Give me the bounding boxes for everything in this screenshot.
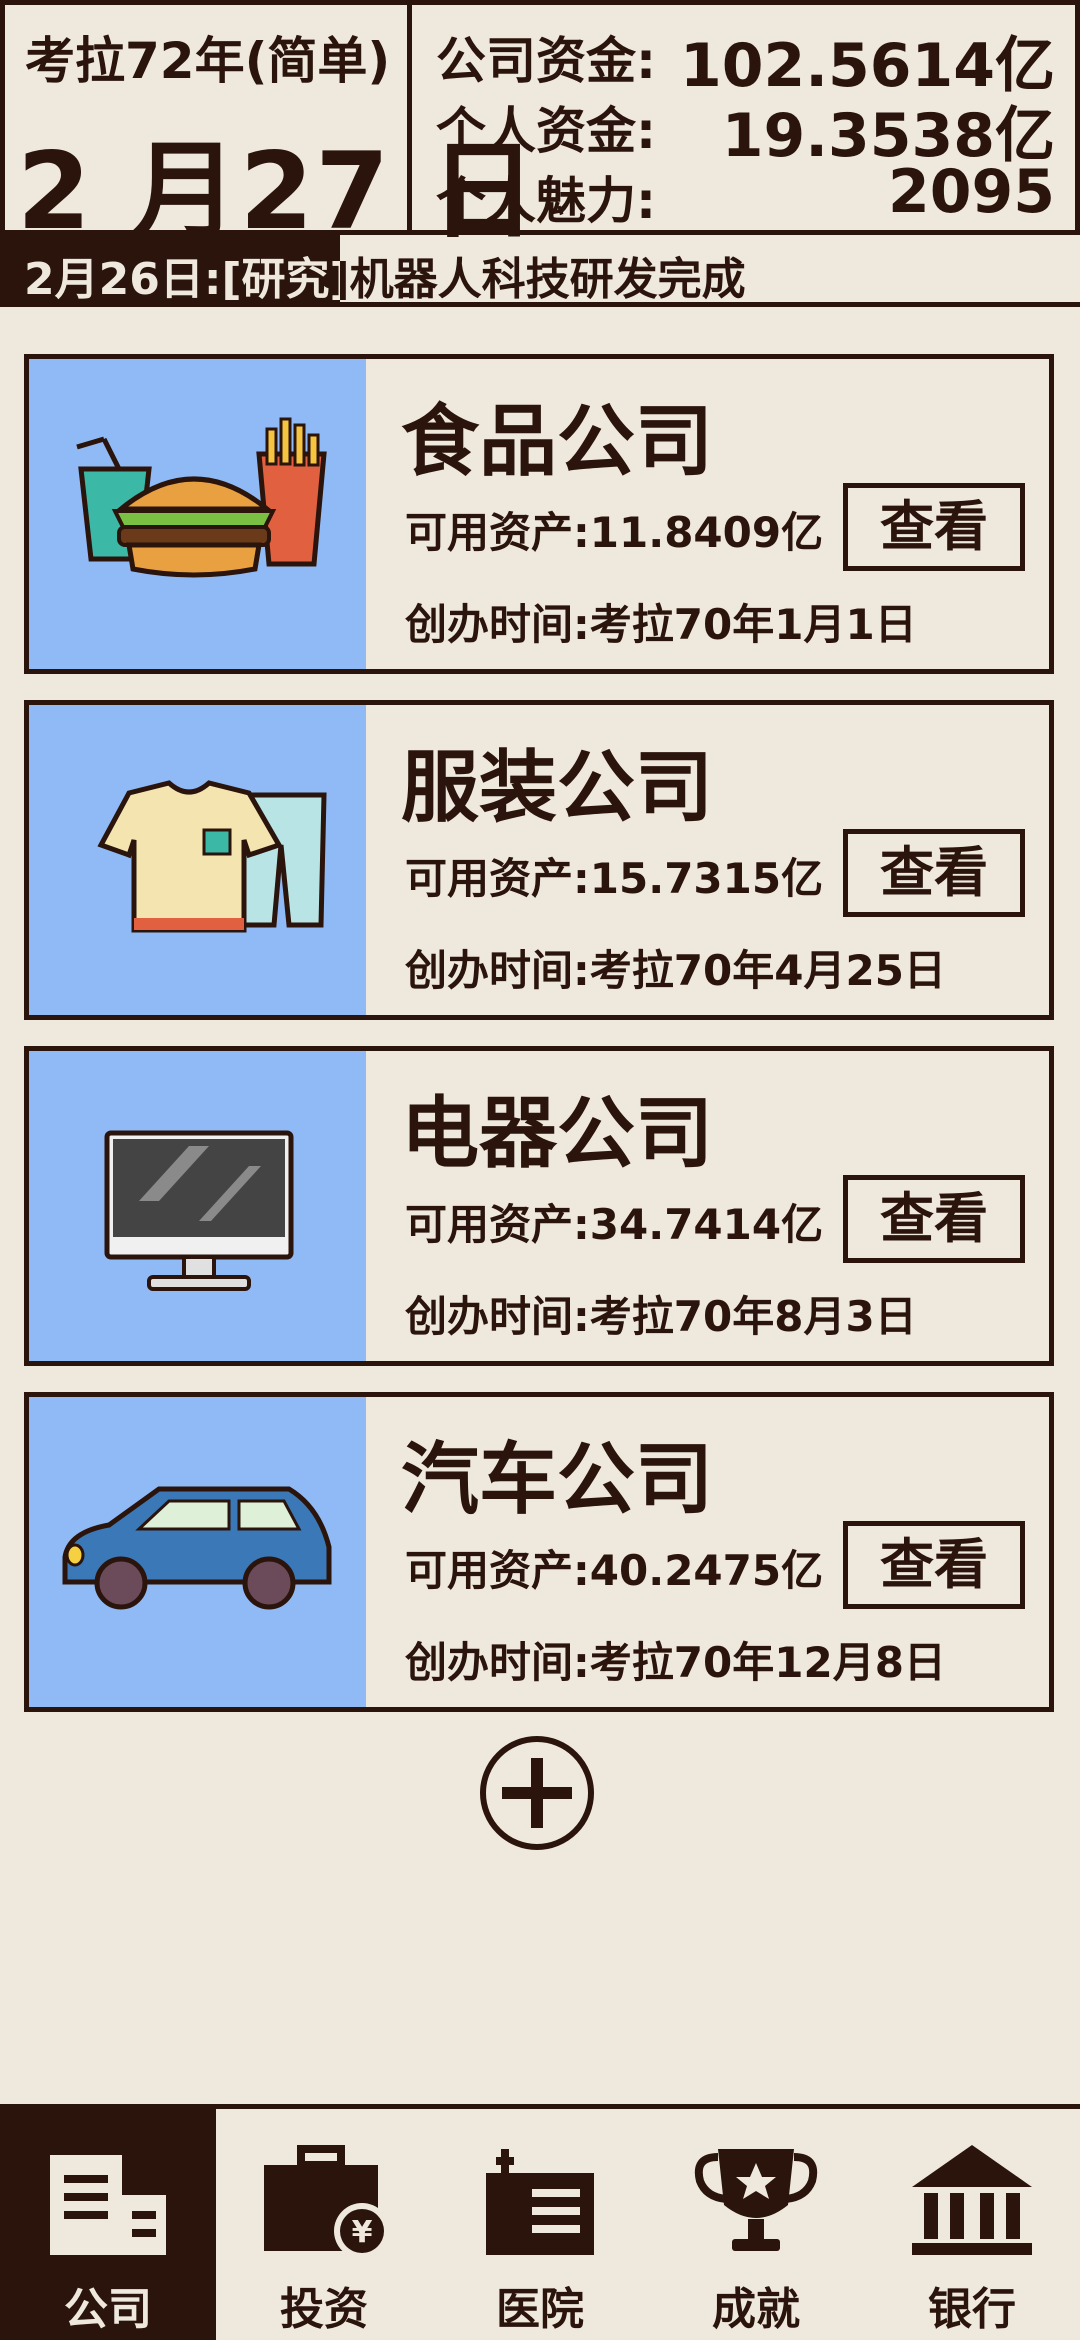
company-founded: 创办时间:考拉70年8月3日: [405, 1292, 917, 1341]
company-card-car[interactable]: 汽车公司 可用资产:40.2475亿 创办时间:考拉70年12月8日 查看: [24, 1392, 1054, 1712]
hospital-icon: [486, 2149, 594, 2255]
company-assets: 可用资产:11.8409亿: [405, 508, 824, 557]
view-button[interactable]: 查看: [843, 483, 1025, 571]
bottom-nav: 公司 ¥ 投资 医院 成就 银行: [0, 2104, 1080, 2340]
plus-circle-icon: [480, 1736, 594, 1850]
company-assets: 可用资产:15.7315亿: [405, 854, 824, 903]
company-name: 食品公司: [401, 397, 714, 487]
view-button[interactable]: 查看: [843, 1521, 1025, 1609]
monitor-icon: [29, 1051, 366, 1361]
trophy-icon: [694, 2149, 818, 2251]
app-screen: 考拉72年(简单) 2 月27 日 公司资金: 102.5614亿 个人资金: …: [0, 0, 1080, 2340]
personal-funds-label: 个人资金:: [436, 102, 656, 160]
company-assets: 可用资产:40.2475亿: [405, 1546, 824, 1595]
briefcase-yen-icon: ¥: [264, 2145, 390, 2259]
company-card-clothing[interactable]: 服装公司 可用资产:15.7315亿 创办时间:考拉70年4月25日 查看: [24, 700, 1054, 1020]
bank-icon: [912, 2145, 1032, 2255]
company-funds-row: 公司资金: 102.5614亿: [436, 21, 1055, 101]
nav-label: 银行: [928, 2284, 1016, 2335]
nav-label: 投资: [280, 2284, 368, 2335]
nav-label: 医院: [496, 2284, 584, 2335]
company-card-food[interactable]: 食品公司 可用资产:11.8409亿 创办时间:考拉70年1月1日 查看: [24, 354, 1054, 674]
news-highlight: 2月26日:[研究]机器人科技研发完成: [0, 235, 340, 302]
nav-achievements[interactable]: 成就: [648, 2109, 864, 2340]
charisma-row: 个人魅力: 2095: [436, 157, 1055, 230]
date-box: 考拉72年(简单) 2 月27 日: [0, 0, 536, 253]
company-name: 服装公司: [401, 743, 714, 833]
nav-bank[interactable]: 银行: [864, 2109, 1080, 2340]
nav-invest[interactable]: ¥ 投资: [216, 2109, 432, 2340]
clothing-icon: [29, 705, 366, 1015]
view-button[interactable]: 查看: [843, 1175, 1025, 1263]
food-icon: [29, 359, 366, 669]
add-company-button[interactable]: [478, 1734, 596, 1852]
nav-company[interactable]: 公司: [0, 2109, 216, 2340]
company-founded: 创办时间:考拉70年1月1日: [405, 600, 917, 649]
year-label: 考拉72年(简单): [25, 32, 391, 90]
company-name: 电器公司: [401, 1089, 714, 1179]
stats-panel: 公司资金: 102.5614亿 个人资金: 19.3538亿 个人魅力: 209…: [412, 0, 1080, 235]
charisma-label: 个人魅力:: [436, 172, 656, 230]
company-card-electronics[interactable]: 电器公司 可用资产:34.7414亿 创办时间:考拉70年8月3日 查看: [24, 1046, 1054, 1366]
nav-hospital[interactable]: 医院: [432, 2109, 648, 2340]
news-ticker[interactable]: 2月26日:[研究]机器人科技研发完成 2月26日:[研究]机器人科技研发完成: [0, 235, 1080, 307]
company-funds-label: 公司资金:: [436, 32, 656, 90]
company-name: 汽车公司: [401, 1435, 714, 1525]
building-icon: [50, 2155, 166, 2255]
company-founded: 创办时间:考拉70年4月25日: [405, 946, 946, 995]
header: 考拉72年(简单) 2 月27 日 公司资金: 102.5614亿 个人资金: …: [0, 0, 1080, 253]
company-founded: 创办时间:考拉70年12月8日: [405, 1638, 946, 1687]
view-button[interactable]: 查看: [843, 829, 1025, 917]
nav-label: 成就: [712, 2284, 800, 2335]
car-icon: [29, 1397, 366, 1707]
nav-label: 公司: [64, 2284, 152, 2335]
personal-funds-row: 个人资金: 19.3538亿: [436, 91, 1055, 171]
company-assets: 可用资产:34.7414亿: [405, 1200, 824, 1249]
svg-text:¥: ¥: [352, 2215, 373, 2250]
charisma-value: 2095: [888, 157, 1055, 227]
